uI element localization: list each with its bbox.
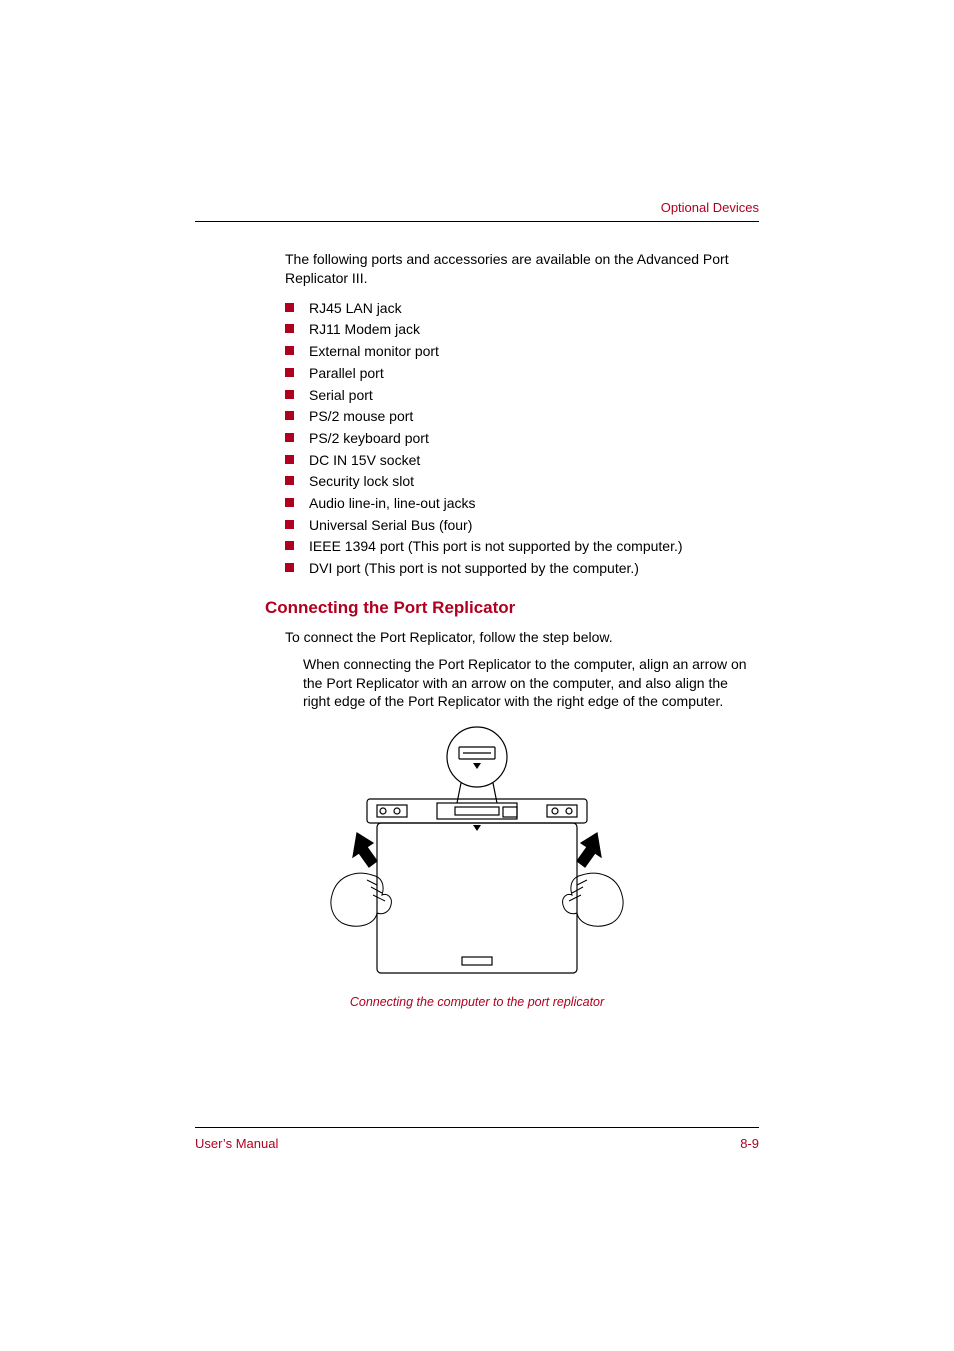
- list-item: Serial port: [285, 385, 759, 407]
- figure-illustration: [195, 725, 759, 985]
- footer-rule: [195, 1127, 759, 1128]
- list-item: PS/2 mouse port: [285, 406, 759, 428]
- list-item: External monitor port: [285, 341, 759, 363]
- header-rule: [195, 221, 759, 222]
- list-item: Universal Serial Bus (four): [285, 515, 759, 537]
- port-replicator-diagram: [327, 725, 627, 985]
- header-section-label: Optional Devices: [195, 200, 759, 215]
- connect-step: When connecting the Port Replicator to t…: [303, 655, 759, 712]
- list-item: Audio line-in, line-out jacks: [285, 493, 759, 515]
- list-item: RJ45 LAN jack: [285, 298, 759, 320]
- list-item: DVI port (This port is not supported by …: [285, 558, 759, 580]
- footer-page-number: 8-9: [740, 1136, 759, 1151]
- list-item: RJ11 Modem jack: [285, 319, 759, 341]
- footer-left: User’s Manual: [195, 1136, 278, 1151]
- ports-list: RJ45 LAN jack RJ11 Modem jack External m…: [285, 298, 759, 580]
- list-item: DC IN 15V socket: [285, 450, 759, 472]
- figure-caption: Connecting the computer to the port repl…: [195, 995, 759, 1009]
- page-footer: User’s Manual 8-9: [195, 1127, 759, 1151]
- list-item: IEEE 1394 port (This port is not support…: [285, 536, 759, 558]
- section-heading: Connecting the Port Replicator: [265, 598, 759, 618]
- list-item: Parallel port: [285, 363, 759, 385]
- page-content: Optional Devices The following ports and…: [195, 200, 759, 1161]
- list-item: PS/2 keyboard port: [285, 428, 759, 450]
- connect-intro: To connect the Port Replicator, follow t…: [285, 628, 759, 647]
- intro-paragraph: The following ports and accessories are …: [285, 250, 759, 288]
- list-item: Security lock slot: [285, 471, 759, 493]
